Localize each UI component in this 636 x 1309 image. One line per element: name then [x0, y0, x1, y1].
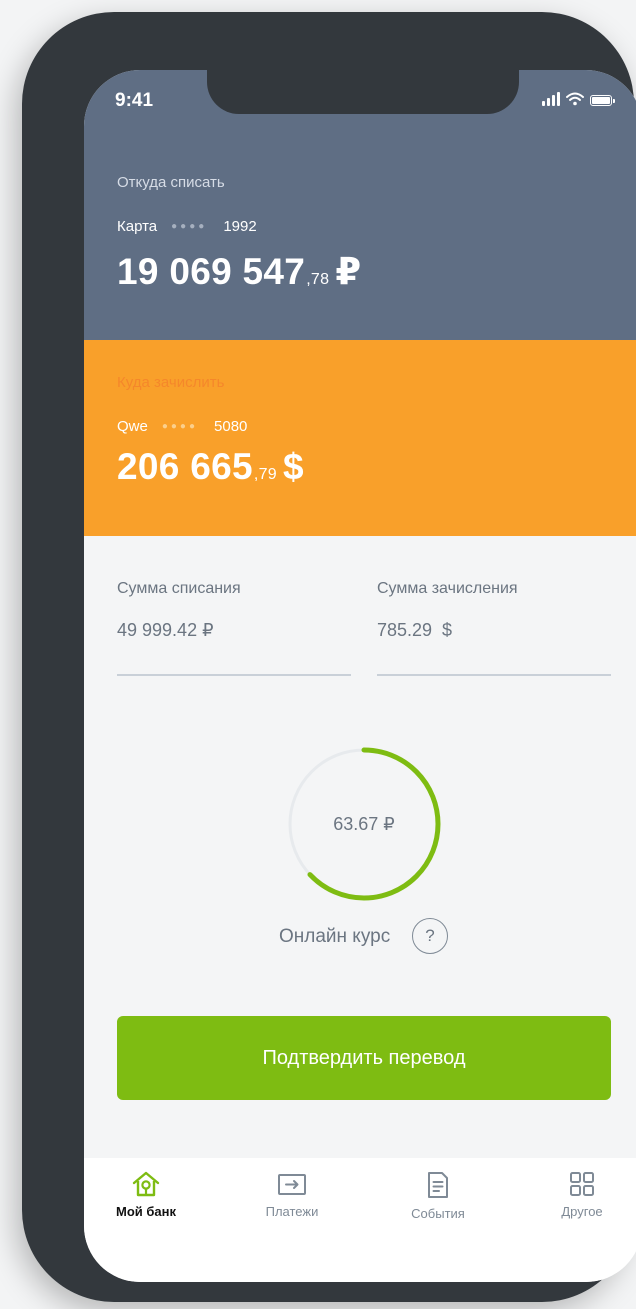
battery-icon — [590, 95, 615, 106]
source-label: Откуда списать — [117, 174, 225, 191]
tab-events[interactable]: События — [378, 1170, 498, 1221]
destination-currency: $ — [283, 446, 304, 487]
destination-last-digits: 5080 — [214, 418, 248, 435]
credit-amount-input[interactable]: 785.29 $ — [377, 620, 452, 641]
wifi-icon — [566, 92, 584, 106]
source-account-row: Карта ●●●● 1992 — [117, 218, 257, 235]
source-balance: 19 069 547,78 ₽ — [117, 250, 361, 293]
payments-icon — [278, 1174, 306, 1195]
debit-amount-label: Сумма списания — [117, 580, 241, 597]
home-icon — [132, 1171, 160, 1197]
destination-balance: 206 665,79 $ — [117, 446, 304, 488]
document-icon — [428, 1172, 448, 1198]
tab-other[interactable]: Другое — [522, 1170, 636, 1219]
debit-amount-input[interactable]: 49 999.42 ₽ — [117, 620, 214, 641]
exchange-rate-label: Онлайн курс — [279, 926, 391, 947]
debit-amount-underline — [117, 674, 351, 676]
destination-masked-digits: ●●●● — [161, 421, 199, 432]
grid-icon — [570, 1172, 594, 1196]
status-icons — [542, 92, 615, 106]
tab-my-bank[interactable]: Мой банк — [86, 1170, 206, 1219]
source-last-digits: 1992 — [223, 218, 257, 235]
destination-account-card[interactable]: Куда зачислить Qwe ●●●● 5080 206 665,79 $ — [84, 340, 636, 536]
destination-account-name: Qwe — [117, 418, 148, 435]
help-icon[interactable]: ? — [412, 918, 448, 954]
source-masked-digits: ●●●● — [171, 221, 208, 232]
destination-account-row: Qwe ●●●● 5080 — [117, 418, 247, 435]
tab-label-my-bank: Мой банк — [116, 1204, 176, 1219]
source-account-name: Карта — [117, 218, 158, 235]
source-amount-cents: ,78 — [306, 271, 330, 288]
destination-label: Куда зачислить — [117, 374, 225, 391]
status-time: 9:41 — [115, 90, 154, 111]
credit-amount-label: Сумма зачисления — [377, 580, 518, 597]
source-currency: ₽ — [335, 251, 362, 292]
tab-label-other: Другое — [561, 1204, 603, 1219]
confirm-transfer-button[interactable]: Подтвердить перевод — [117, 1016, 611, 1100]
tab-label-events: События — [411, 1206, 465, 1221]
destination-amount-whole: 206 665 — [117, 446, 253, 487]
tab-payments[interactable]: Платежи — [232, 1170, 352, 1219]
signal-icon — [542, 92, 560, 106]
app-screen: 9:41 Откуда списать Карта ●●●● 1992 19 0… — [84, 70, 636, 1282]
source-amount-whole: 19 069 547 — [117, 251, 306, 292]
credit-amount-underline — [377, 674, 611, 676]
device-notch — [207, 70, 519, 114]
tab-label-payments: Платежи — [265, 1204, 319, 1219]
destination-amount-cents: ,79 — [253, 466, 278, 483]
phone-frame: 9:41 Откуда списать Карта ●●●● 1992 19 0… — [22, 12, 636, 1302]
exchange-rate-value: 63.67 ₽ — [333, 814, 395, 834]
